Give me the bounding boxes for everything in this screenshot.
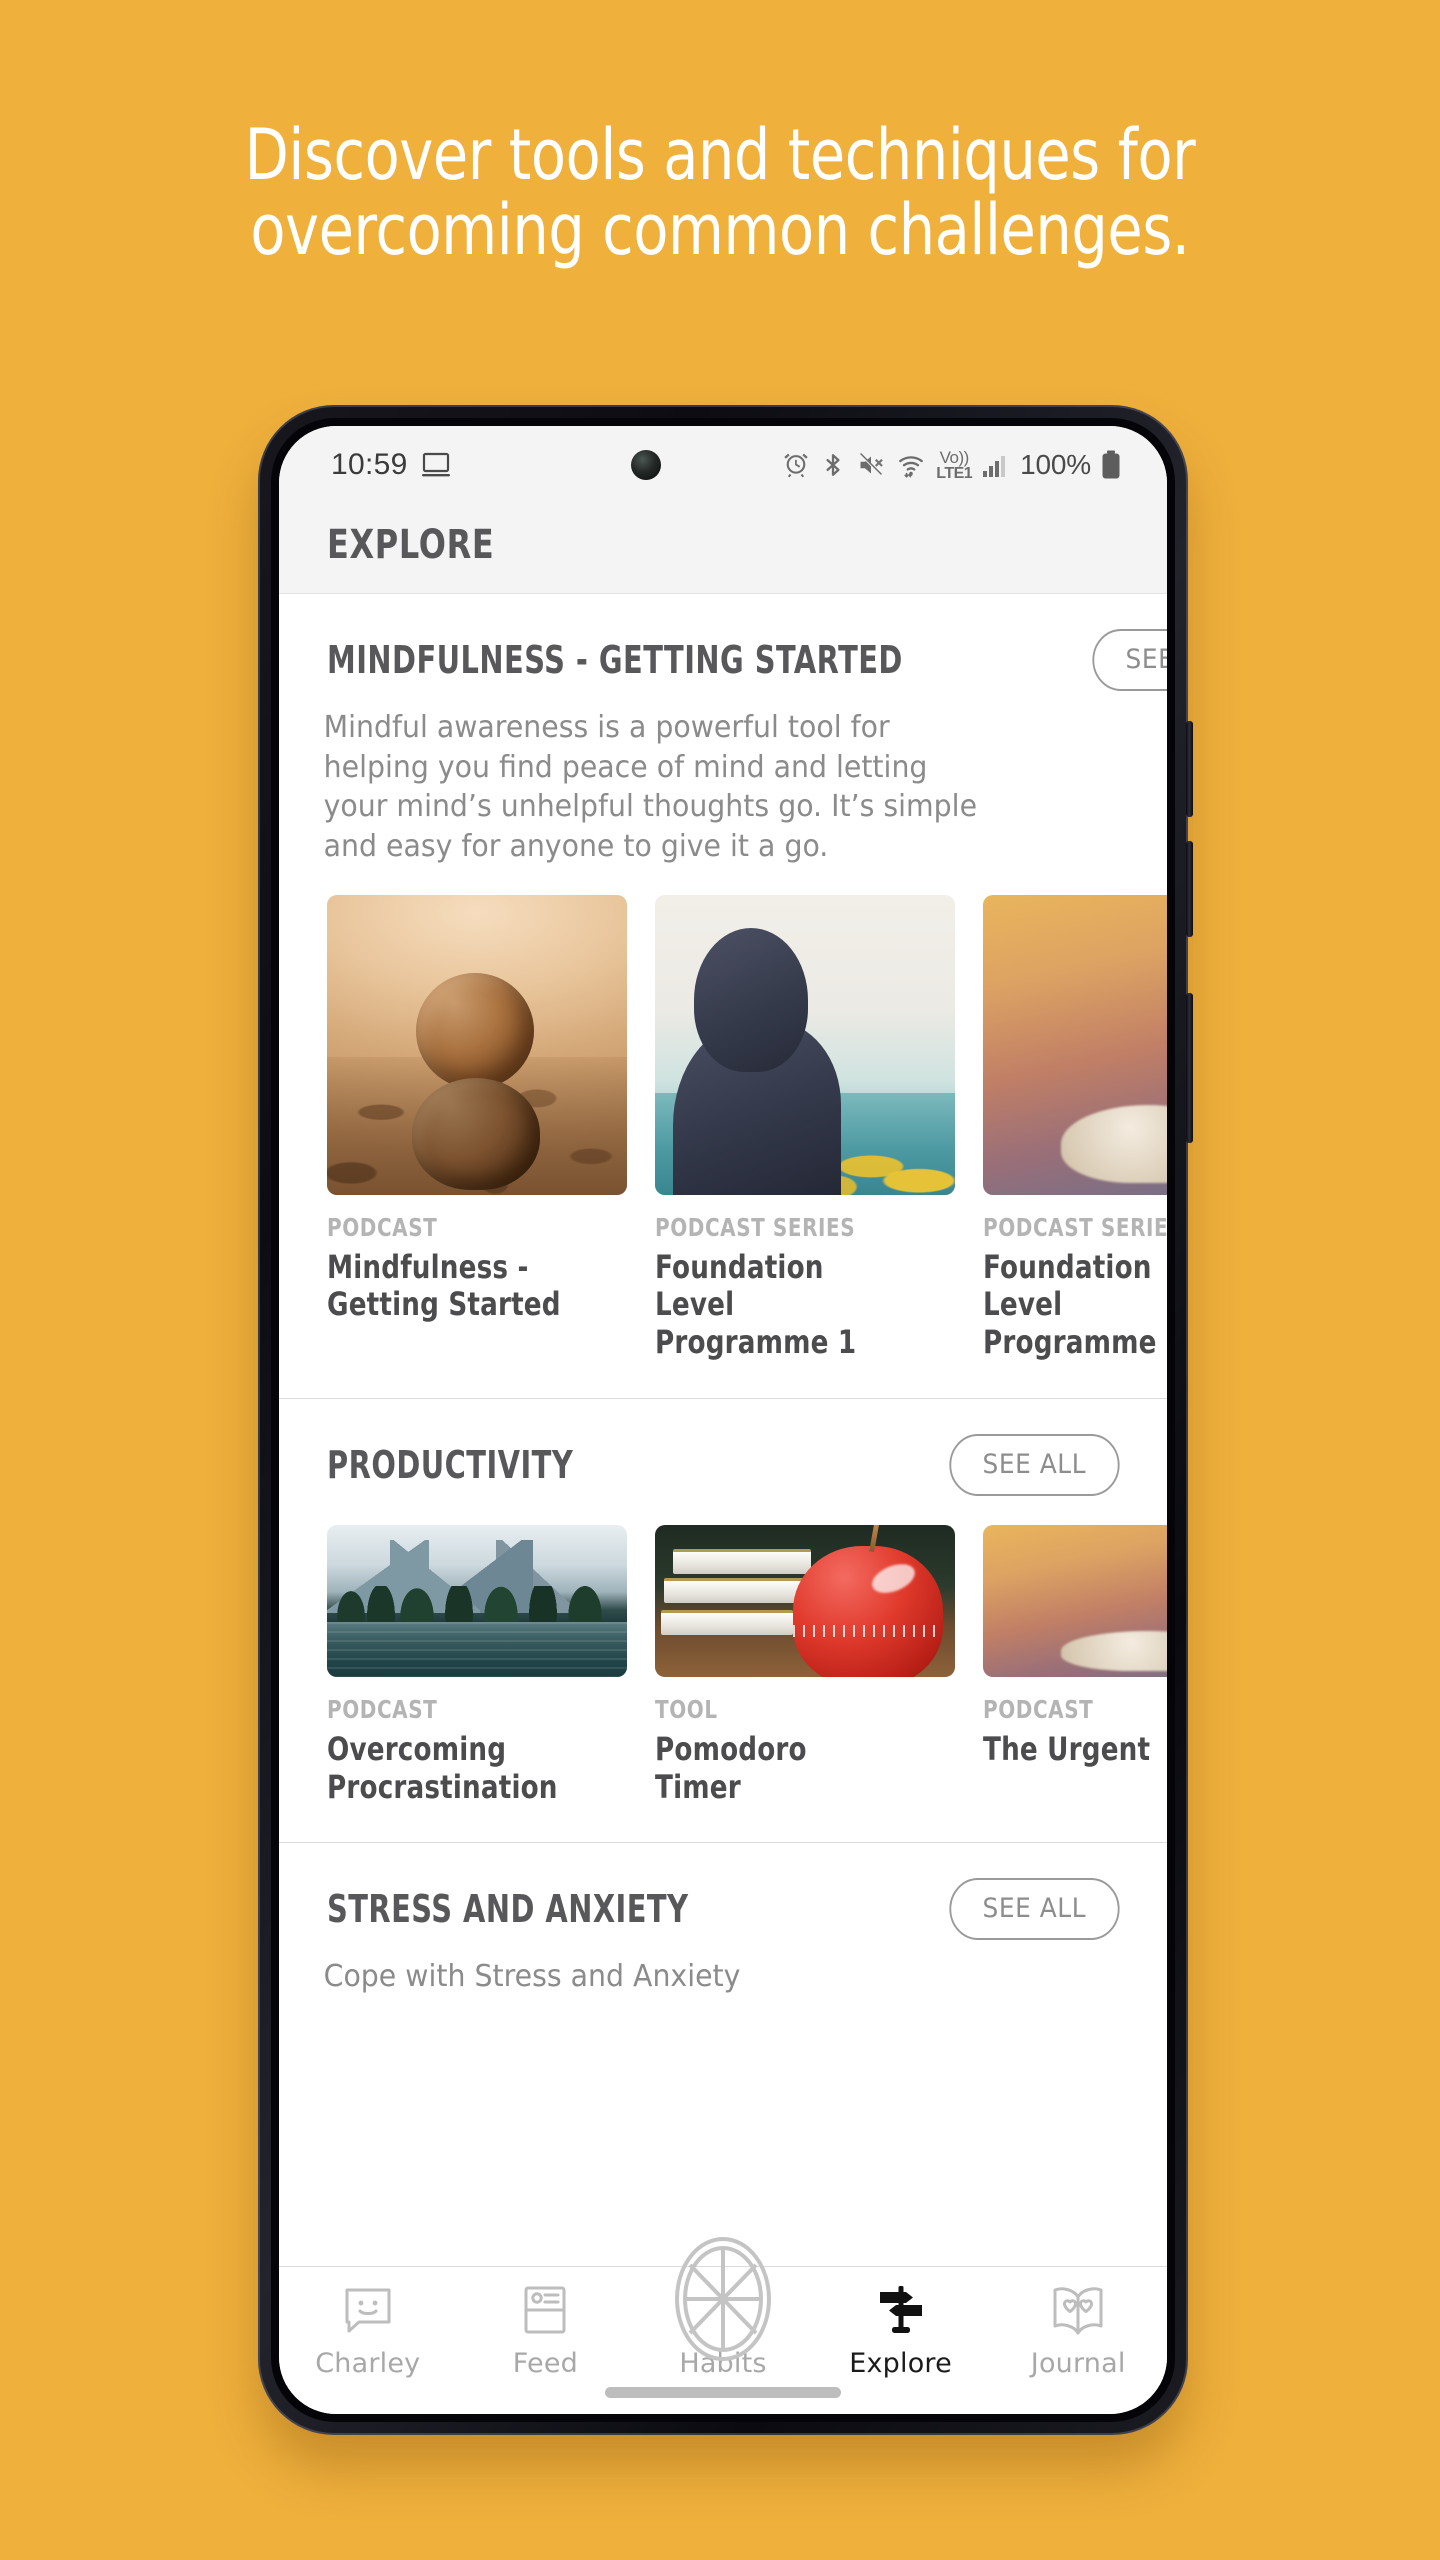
tomato-timer-shape [793,1546,943,1677]
headline-line-2: overcoming common challenges. [250,188,1190,271]
section-mindfulness: MINDFULNESS - GETTING STARTED SEE ALL Mi… [279,594,1167,1398]
balanced-stones-photo[interactable] [327,894,627,1195]
card-title: Foundation Level Programme 2 [983,1247,1167,1362]
nav-item-feed[interactable]: Feed [457,2281,635,2379]
see-all-button-mindfulness[interactable]: SEE ALL [1092,629,1167,691]
section-header: STRESS AND ANXIETY SEE ALL [279,1877,1167,1941]
page-title: EXPLORE [327,521,495,568]
bottom-navigation: Charley Feed Habits Explore Journal [279,2237,1167,2414]
page-headline: Discover tools and techniques for overco… [130,118,1311,268]
section-title: PRODUCTIVITY [327,1442,574,1487]
volte-icon: Vo)) LTE1 [936,449,972,482]
status-bar: 10:59 Vo)) LTE1 100% [279,426,1167,504]
person-head-shape [694,927,808,1072]
book-shape [664,1578,808,1604]
section-header: PRODUCTIVITY SEE ALL [279,1433,1167,1497]
mountain-lake-photo[interactable] [327,1524,627,1677]
mute-icon [856,451,886,479]
nav-item-journal[interactable]: Journal [989,2281,1167,2379]
book-shape [661,1609,793,1635]
alarm-icon [782,451,810,479]
card-rail-productivity[interactable]: PODCAST Overcoming Procrastination TOOL … [279,1497,1167,1843]
volte-bottom: LTE1 [936,464,973,482]
card-kicker: PODCAST SERIES [983,1212,1167,1242]
card-kicker: PODCAST [983,1694,1094,1724]
section-title: MINDFULNESS - GETTING STARTED [327,638,903,682]
section-productivity: PRODUCTIVITY SEE ALL PODCAST Overcoming … [279,1397,1167,1843]
feed-article-icon [521,2281,569,2339]
card-kicker: TOOL [655,1694,718,1724]
volume-up-button[interactable] [1186,721,1193,817]
card-title: Overcoming Procrastination [327,1729,558,1806]
section-title: STRESS AND ANXIETY [327,1887,689,1932]
nav-item-charley[interactable]: Charley [279,2281,457,2379]
signpost-icon [875,2281,927,2339]
see-all-button-stress[interactable]: SEE ALL [949,1878,1120,1941]
phone-screen: 10:59 Vo)) LTE1 100% EXPLORE MINDFULNESS… [279,426,1167,2414]
app-header: EXPLORE [279,504,1167,594]
explore-content[interactable]: MINDFULNESS - GETTING STARTED SEE ALL Mi… [279,594,1167,2266]
nav-label: Charley [315,2348,421,2379]
list-item[interactable]: PODCAST SERIES Foundation Level Programm… [655,894,955,1362]
card-kicker: PODCAST [327,1694,438,1724]
phone-bezel: 10:59 Vo)) LTE1 100% EXPLORE MINDFULNESS… [271,418,1175,2422]
stone-upper [416,972,534,1089]
status-bar-left: 10:59 [331,448,451,482]
nav-label: Feed [512,2348,578,2379]
volume-down-button[interactable] [1186,841,1193,937]
status-time: 10:59 [331,448,408,481]
tree-line-shape [327,1585,627,1626]
books-stack-shape [661,1549,811,1661]
list-item[interactable]: PODCAST The Urgent [983,1524,1167,1807]
camera-punchhole-icon [631,450,661,480]
list-item[interactable]: PODCAST Mindfulness - Getting Started [327,894,627,1362]
chat-bubble-smiley-icon [341,2281,395,2339]
habits-wheel-icon[interactable] [668,2235,778,2363]
section-description: Cope with Stress and Anxiety [323,1959,741,1995]
list-item[interactable]: PODCAST Overcoming Procrastination [327,1524,627,1807]
nav-item-habits[interactable]: Habits [634,2237,812,2379]
power-button[interactable] [1186,993,1193,1143]
desktop-icon [421,452,451,478]
warm-sunset-photo[interactable] [983,894,1167,1195]
section-stress-anxiety: STRESS AND ANXIETY SEE ALL Cope with Str… [279,1842,1167,1997]
see-all-button-productivity[interactable]: SEE ALL [949,1433,1120,1496]
card-title: The Urgent [983,1729,1151,1768]
card-kicker: PODCAST SERIES [655,1212,856,1242]
bluetooth-icon [820,451,846,479]
nav-label: Explore [849,2348,952,2379]
tomato-timer-photo[interactable] [655,1524,955,1677]
timer-dial-ticks [793,1625,943,1638]
card-title: Mindfulness - Getting Started [327,1247,561,1324]
warm-sunset-photo[interactable] [983,1524,1167,1677]
battery-icon [1101,450,1121,480]
nav-label: Journal [1030,2348,1126,2379]
card-title: Pomodoro Timer [655,1729,807,1806]
section-description: Mindful awareness is a powerful tool for… [323,710,978,864]
nav-item-explore[interactable]: Explore [812,2281,990,2379]
card-title: Foundation Level Programme 1 [655,1247,857,1362]
open-book-heart-icon [1050,2281,1106,2339]
book-shape [673,1549,811,1574]
list-item[interactable]: TOOL Pomodoro Timer [655,1524,955,1807]
phone-mockup: 10:59 Vo)) LTE1 100% EXPLORE MINDFULNESS… [258,405,1193,2435]
card-rail-mindfulness[interactable]: PODCAST Mindfulness - Getting Started PO… [279,867,1167,1398]
person-looking-at-view-photo[interactable] [655,894,955,1195]
volte-top: Vo)) [939,447,970,467]
lake-shape [327,1622,627,1677]
gesture-home-indicator[interactable] [605,2387,841,2398]
wifi-icon [896,451,926,479]
status-bar-right: Vo)) LTE1 100% [782,449,1121,482]
signal-bars-icon [982,451,1010,479]
section-header: MINDFULNESS - GETTING STARTED SEE ALL [279,628,1167,692]
headline-line-1: Discover tools and techniques for [244,114,1196,196]
list-item[interactable]: PODCAST SERIES Foundation Level Programm… [983,894,1167,1362]
battery-percent-label: 100% [1020,449,1091,480]
stone-lower [412,1077,540,1190]
card-kicker: PODCAST [327,1212,438,1242]
